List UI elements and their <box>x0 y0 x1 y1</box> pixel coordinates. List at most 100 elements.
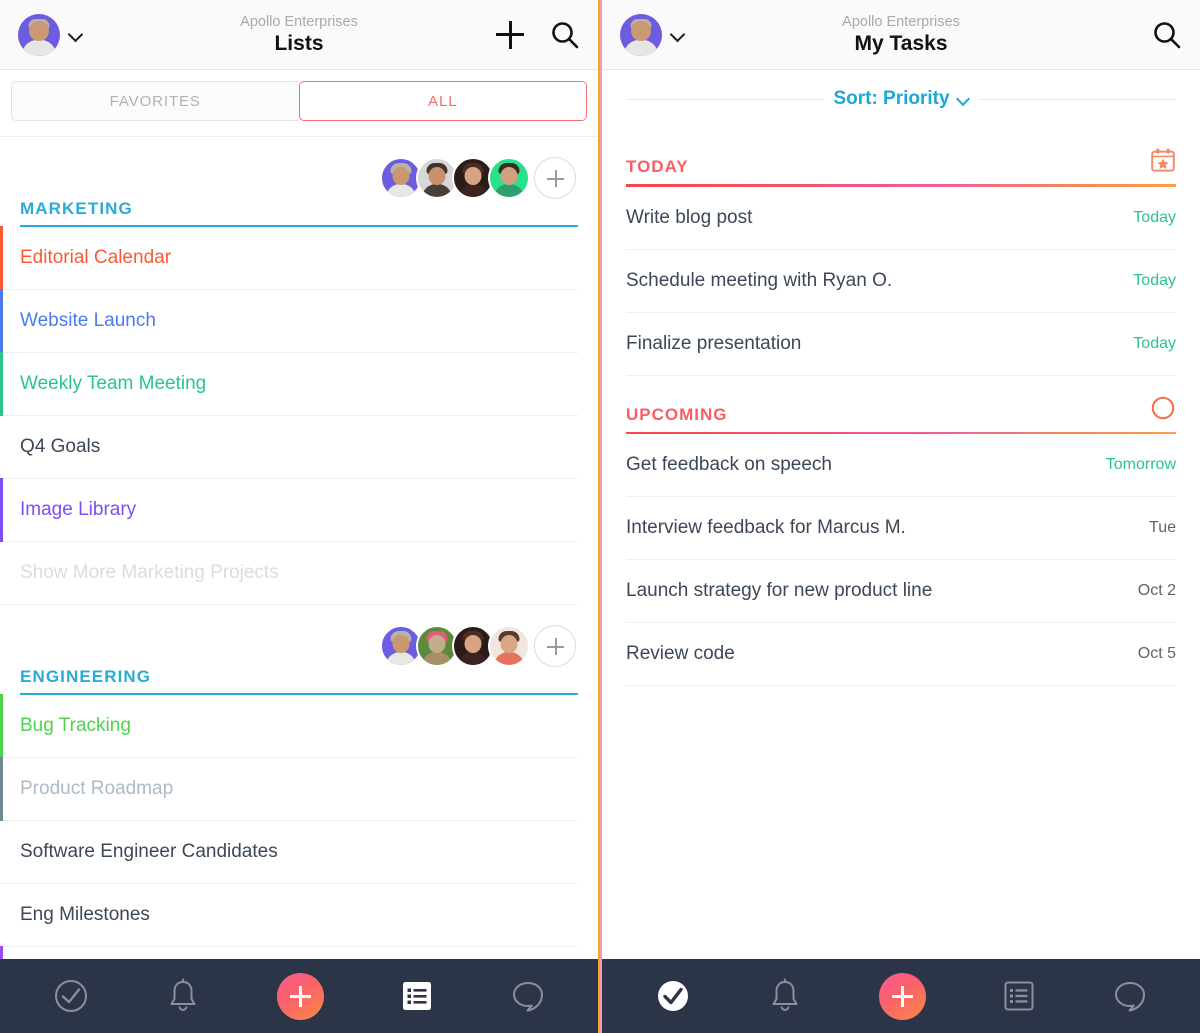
list-group-name: ENGINEERING <box>20 667 152 686</box>
task-due-date: Today <box>1133 271 1176 289</box>
task-name: Get feedback on speech <box>626 454 832 475</box>
task-name: Finalize presentation <box>626 332 802 354</box>
add-member-icon[interactable] <box>534 157 576 199</box>
search-icon[interactable] <box>1152 20 1182 50</box>
list-item[interactable]: Show More Marketing Projects <box>0 542 578 605</box>
task-row[interactable]: Get feedback on speech Tomorrow <box>626 434 1176 497</box>
sort-control[interactable]: Sort: Priority <box>823 88 979 110</box>
sort-label: Sort: Priority <box>833 88 950 109</box>
task-name: Review code <box>626 643 735 664</box>
member-avatar-4[interactable] <box>488 157 530 199</box>
task-name: Launch strategy for new product line <box>626 580 933 601</box>
list-group-name: MARKETING <box>20 199 133 218</box>
lists-filter-tabs: FAVORITES ALL <box>11 81 587 121</box>
list-item-color-bar <box>0 757 3 821</box>
lists-scroll-area[interactable]: MARKETING Editorial Calendar Website Launc… <box>0 137 598 959</box>
chevron-down-icon[interactable] <box>69 28 82 41</box>
account-switcher[interactable] <box>620 13 684 56</box>
dual-phone-screenshot: Apollo Enterprises Lists FAVORITES ALL M… <box>0 0 1200 1033</box>
list-group-header: MARKETING <box>0 153 598 225</box>
list-item-label: Show More Marketing Projects <box>20 562 279 583</box>
list-group: MARKETING Editorial Calendar Website Launc… <box>0 137 598 605</box>
tab-tasks[interactable] <box>53 978 89 1014</box>
list-item[interactable]: Software Engineer Candidates <box>0 821 578 884</box>
tasks-scroll-area[interactable]: TODAY Write blog post Today Schedule meetin… <box>602 128 1200 959</box>
task-name: Interview feedback for Marcus M. <box>626 517 906 538</box>
tab-chat[interactable] <box>1112 979 1148 1013</box>
tasks-title-block: Apollo Enterprises My Tasks <box>602 0 1200 69</box>
tab-create[interactable] <box>878 972 926 1020</box>
list-item[interactable]: Website Launch <box>0 289 578 353</box>
tab-tasks[interactable] <box>655 978 691 1014</box>
list-item-color-bar <box>0 946 3 959</box>
member-avatar-5[interactable] <box>488 625 530 667</box>
org-name: Apollo Enterprises <box>842 14 960 30</box>
task-row[interactable]: Schedule meeting with Ryan O. Today <box>626 250 1176 313</box>
chat-bubble-icon <box>512 982 543 1012</box>
task-due-date: Today <box>1133 208 1176 226</box>
check-circle-icon <box>657 981 688 1011</box>
list-item[interactable]: Weekly Team Meeting <box>0 352 578 416</box>
add-member-icon[interactable] <box>534 625 576 667</box>
group-member-avatars <box>380 625 576 667</box>
bell-icon <box>772 978 797 1011</box>
tab-create[interactable] <box>276 972 324 1020</box>
tasks-topbar-actions <box>1152 20 1182 50</box>
task-section: TODAY Write blog post Today Schedule meetin… <box>602 128 1200 376</box>
tab-lists[interactable] <box>1003 980 1035 1012</box>
chevron-down-icon <box>958 94 969 105</box>
page-title: My Tasks <box>854 32 948 55</box>
tab-all[interactable]: ALL <box>298 81 587 121</box>
task-section-name: TODAY <box>626 157 689 176</box>
list-item-label: Weekly Team Meeting <box>20 373 207 394</box>
task-row[interactable]: Launch strategy for new product line Oct … <box>626 560 1176 623</box>
list-item[interactable]: Product Roadmap <box>0 757 578 821</box>
list-item-label: Q4 Goals <box>20 436 101 457</box>
tab-inbox[interactable] <box>166 978 200 1014</box>
list-item-color-bar <box>0 694 3 758</box>
group-member-avatars <box>380 157 576 199</box>
lists-topbar-actions <box>496 20 580 50</box>
lists-topbar: Apollo Enterprises Lists <box>0 0 598 70</box>
list-item-label: Bug Tracking <box>20 715 131 736</box>
chevron-down-icon[interactable] <box>671 28 684 41</box>
task-section-header: TODAY <box>602 128 1200 184</box>
my-tasks-screen: Apollo Enterprises My Tasks Sort: Priori… <box>600 0 1200 1033</box>
tab-chat[interactable] <box>510 979 546 1013</box>
list-item[interactable]: Eng Milestones <box>0 884 578 947</box>
calendar-star-icon[interactable] <box>1150 147 1176 178</box>
circle-outline-icon[interactable] <box>1150 395 1176 426</box>
list-item[interactable]: Editorial Calendar <box>0 226 578 290</box>
list-item-label: Software Engineer Candidates <box>20 841 278 862</box>
task-section-name: UPCOMING <box>626 404 728 424</box>
list-item-color-bar <box>0 226 3 290</box>
task-row[interactable]: Finalize presentation Today <box>626 313 1176 376</box>
page-title: Lists <box>274 32 324 55</box>
list-item-color-bar <box>0 289 3 353</box>
list-item[interactable]: Image Library <box>0 478 578 542</box>
user-avatar[interactable] <box>18 13 60 56</box>
task-row[interactable]: Review code Oct 5 <box>626 623 1176 686</box>
list-item-label: Editorial Calendar <box>20 247 172 268</box>
search-icon[interactable] <box>550 20 580 50</box>
tab-lists[interactable] <box>401 980 433 1012</box>
list-icon <box>1004 981 1033 1011</box>
add-icon[interactable] <box>496 20 524 49</box>
task-name: Write blog post <box>626 206 753 228</box>
task-row[interactable]: Interview feedback for Marcus M. Tue <box>626 497 1176 560</box>
bell-icon <box>170 978 195 1011</box>
task-row[interactable]: Write blog post Today <box>626 187 1176 250</box>
list-item-label: Image Library <box>20 499 137 520</box>
user-avatar[interactable] <box>620 13 662 56</box>
list-item[interactable]: Bug Tracking <box>0 694 578 758</box>
task-section-header: UPCOMING <box>602 376 1200 432</box>
tab-favorites[interactable]: FAVORITES <box>11 81 299 121</box>
list-item[interactable]: Q4 Goals <box>0 416 578 479</box>
tab-inbox[interactable] <box>768 978 802 1014</box>
sort-bar: Sort: Priority <box>602 70 1200 128</box>
check-circle-icon <box>54 980 87 1012</box>
account-switcher[interactable] <box>18 13 82 56</box>
list-item[interactable]: Launch Pipeline <box>0 946 578 959</box>
org-name: Apollo Enterprises <box>240 14 358 30</box>
list-item-label: Eng Milestones <box>20 904 150 925</box>
